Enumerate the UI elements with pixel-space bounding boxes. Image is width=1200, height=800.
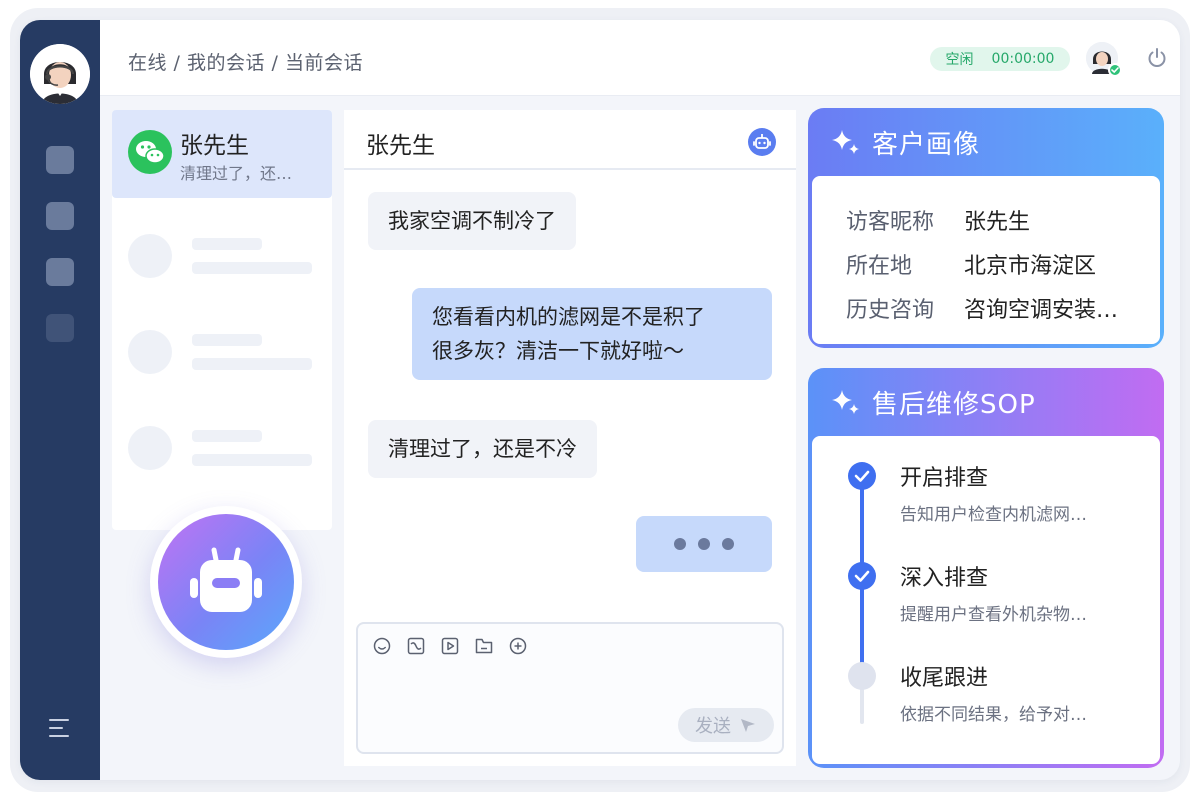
step-pending-dot bbox=[848, 662, 876, 690]
placeholder-avatar bbox=[128, 234, 172, 278]
sparkle-icon bbox=[832, 130, 859, 154]
image-icon[interactable] bbox=[406, 636, 426, 656]
power-icon[interactable] bbox=[1146, 47, 1168, 69]
online-check-icon bbox=[1108, 63, 1122, 77]
step-done-check-icon bbox=[848, 462, 876, 490]
breadcrumb: 在线 / 我的会话 / 当前会话 bbox=[128, 52, 363, 74]
conversation-preview: 清理过了，还… bbox=[180, 164, 293, 183]
sop-body: 开启排查 告知用户检查内机滤网… 深入排查 提醒用户查看外机杂物… 收尾跟进 依… bbox=[812, 436, 1160, 764]
robot-icon[interactable] bbox=[748, 128, 776, 156]
placeholder-line bbox=[192, 358, 312, 370]
chat-title: 张先生 bbox=[366, 133, 435, 159]
conversation-list: 张先生 清理过了，还… bbox=[112, 110, 332, 530]
status-timer: 00:00:00 bbox=[991, 51, 1055, 67]
chat-panel: 张先生 我家空调不制冷了 您看看内机的滤网是不是积了 很多灰？清洁一下就好啦～ … bbox=[344, 110, 796, 766]
message-line: 您看看内机的滤网是不是积了 bbox=[432, 305, 705, 329]
send-arrow-icon bbox=[741, 719, 755, 732]
placeholder-line bbox=[192, 334, 262, 346]
agent-avatar[interactable] bbox=[30, 44, 90, 104]
profile-label: 访客昵称 bbox=[846, 210, 935, 235]
typing-dot bbox=[698, 538, 710, 550]
add-icon[interactable] bbox=[508, 636, 528, 656]
conversation-name: 张先生 bbox=[180, 133, 249, 159]
profile-label: 所在地 bbox=[846, 254, 913, 279]
video-icon[interactable] bbox=[440, 636, 460, 656]
send-button[interactable]: 发送 bbox=[678, 708, 774, 742]
folder-icon[interactable] bbox=[474, 636, 494, 656]
step-title[interactable]: 收尾跟进 bbox=[900, 660, 988, 692]
top-header: 在线 / 我的会话 / 当前会话 空闲 00:00:00 bbox=[100, 20, 1180, 96]
sop-card: 售后维修SOP 开启排查 告知用户检查内机滤网… 深入排查 提醒用户查看外机杂物… bbox=[808, 368, 1164, 768]
step-title[interactable]: 深入排查 bbox=[900, 560, 988, 592]
header-avatar[interactable] bbox=[1086, 42, 1122, 77]
sparkle-icon bbox=[832, 390, 859, 414]
conversation-item-active[interactable]: 张先生 清理过了，还… bbox=[112, 110, 332, 198]
chat-header: 张先生 bbox=[344, 110, 796, 170]
status-label: 空闲 bbox=[945, 52, 974, 68]
app-window: 在线 / 我的会话 / 当前会话 空闲 00:00:00 张先生 清理过了，还…… bbox=[20, 20, 1180, 780]
typing-dot bbox=[722, 538, 734, 550]
nav-item-3[interactable] bbox=[46, 258, 74, 286]
sidebar bbox=[20, 20, 100, 780]
typing-indicator bbox=[636, 516, 772, 572]
message-incoming: 清理过了，还是不冷 bbox=[368, 420, 597, 478]
message-composer[interactable]: 发送 bbox=[356, 622, 784, 754]
step-done-check-icon bbox=[848, 562, 876, 590]
placeholder-avatar bbox=[128, 426, 172, 470]
nav-item-4[interactable] bbox=[46, 314, 74, 342]
profile-value: 咨询空调安装… bbox=[964, 298, 1119, 323]
placeholder-line bbox=[192, 238, 262, 250]
typing-dot bbox=[674, 538, 686, 550]
step-title[interactable]: 开启排查 bbox=[900, 460, 988, 492]
profile-title: 客户画像 bbox=[872, 130, 981, 160]
step-description: 提醒用户查看外机杂物… bbox=[900, 605, 1087, 625]
message-incoming: 我家空调不制冷了 bbox=[368, 192, 576, 250]
status-badge[interactable]: 空闲 00:00:00 bbox=[930, 47, 1070, 71]
profile-body: 访客昵称 张先生 所在地 北京市海淀区 历史咨询 咨询空调安装… bbox=[812, 176, 1160, 344]
send-label: 发送 bbox=[695, 716, 731, 737]
profile-value: 北京市海淀区 bbox=[964, 254, 1097, 279]
emoji-icon[interactable] bbox=[372, 636, 392, 656]
customer-profile-card: 客户画像 访客昵称 张先生 所在地 北京市海淀区 历史咨询 咨询空调安装… bbox=[808, 108, 1164, 348]
ai-assistant-bg bbox=[158, 514, 294, 650]
placeholder-avatar bbox=[128, 330, 172, 374]
placeholder-line bbox=[192, 454, 312, 466]
menu-icon[interactable] bbox=[48, 716, 72, 740]
nav-item-2[interactable] bbox=[46, 202, 74, 230]
placeholder-line bbox=[192, 262, 312, 274]
profile-value: 张先生 bbox=[964, 210, 1031, 235]
sop-title: 售后维修SOP bbox=[872, 390, 1036, 420]
robot-icon bbox=[190, 547, 262, 612]
profile-label: 历史咨询 bbox=[846, 298, 935, 323]
ai-assistant-button[interactable] bbox=[150, 506, 302, 658]
placeholder-line bbox=[192, 430, 262, 442]
step-description: 告知用户检查内机滤网… bbox=[900, 505, 1087, 525]
agent-portrait-icon bbox=[30, 44, 90, 104]
message-outgoing: 您看看内机的滤网是不是积了 很多灰？清洁一下就好啦～ bbox=[412, 288, 772, 380]
wechat-icon bbox=[128, 130, 172, 174]
nav-item-1[interactable] bbox=[46, 146, 74, 174]
step-description: 依据不同结果，给予对… bbox=[900, 705, 1087, 725]
message-line: 很多灰？清洁一下就好啦～ bbox=[432, 339, 684, 363]
